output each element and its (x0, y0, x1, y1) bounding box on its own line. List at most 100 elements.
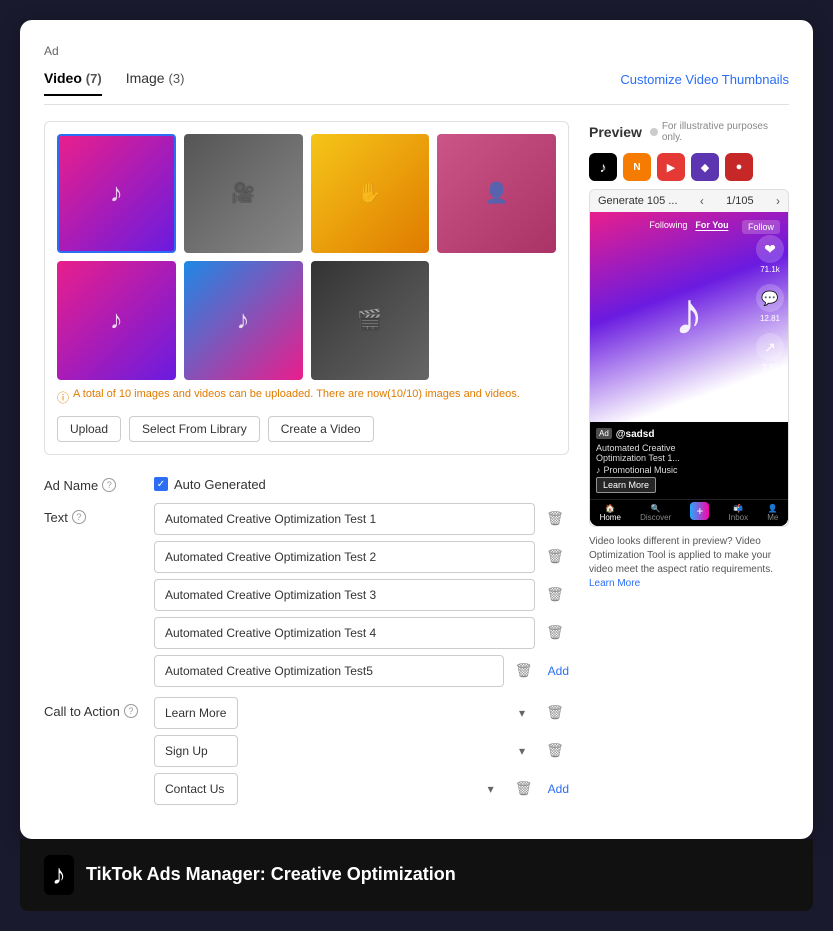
share-icon: ↗ (756, 333, 784, 361)
preview-nav-label: Generate 105 ... (598, 195, 678, 207)
video-bottom-bar: Ad @sadsd Automated CreativeOptimization… (590, 422, 788, 499)
preview-learn-more[interactable]: Learn More (589, 578, 640, 589)
ad-name-help-icon[interactable]: ? (102, 478, 116, 492)
media-thumb-1[interactable]: ♪ (57, 134, 176, 253)
tiktok-logo-bottom: ♪ (44, 855, 74, 895)
cta-select-wrapper-2: Learn More Sign Up Contact Us Download (154, 735, 535, 767)
auto-generated-label: Auto Generated (174, 477, 266, 492)
nav-create[interactable]: + (690, 504, 709, 522)
delete-text-2[interactable]: 🗑 (541, 543, 569, 571)
nav-home[interactable]: 🏠Home (600, 504, 621, 522)
learn-more-cta[interactable]: Learn More (596, 477, 656, 493)
content-area: ♪ 🎥 ✋ 👤 ♪ ♪ (44, 121, 789, 815)
cta-help-icon[interactable]: ? (124, 704, 138, 718)
delete-text-5[interactable]: 🗑 (510, 657, 538, 685)
add-text-link[interactable]: Add (544, 664, 569, 678)
comment-button[interactable]: 💬 12.81 (756, 284, 784, 323)
cta-select-1[interactable]: Learn More Sign Up Contact Us Download S… (154, 697, 238, 729)
cta-fields-row: Call to Action ? Learn More Sign Up Cont… (44, 697, 569, 805)
delete-cta-2[interactable]: 🗑 (541, 737, 569, 765)
illustrative-dot (650, 128, 658, 136)
text-input-3[interactable] (154, 579, 535, 611)
ad-name-row: Ad Name ? Auto Generated (44, 471, 569, 493)
ad-name-label: Ad Name ? (44, 471, 154, 493)
text-input-5[interactable] (154, 655, 504, 687)
preview-title: Preview (589, 124, 642, 140)
upload-actions: Upload Select From Library Create a Vide… (57, 416, 556, 442)
media-thumb-5[interactable]: ♪ (57, 261, 176, 380)
media-thumb-2[interactable]: 🎥 (184, 134, 303, 253)
tab-video[interactable]: Video (7) (44, 70, 102, 96)
tiktok-nav-bar: 🏠Home 🔍Discover + 📬Inbox 👤Me (590, 499, 788, 526)
text-input-1[interactable] (154, 503, 535, 535)
text-input-2[interactable] (154, 541, 535, 573)
video-overlay-right: ❤ 71.1k 💬 12.81 ↗ 2.32 (756, 235, 784, 372)
tiktok-big-logo: ♪ (674, 279, 704, 348)
video-username: @sadsd (616, 429, 655, 440)
preview-header: Preview For illustrative purposes only. (589, 121, 789, 143)
text-field-row-5: 🗑 Add (154, 655, 569, 687)
add-cta-link[interactable]: Add (544, 782, 569, 796)
media-thumb-3[interactable]: ✋ (311, 134, 430, 253)
for-you-tabs: Following For You (649, 220, 728, 231)
create-video-button[interactable]: Create a Video (268, 416, 374, 442)
delete-cta-3[interactable]: 🗑 (510, 775, 538, 803)
nav-inbox[interactable]: 📬Inbox (729, 504, 749, 522)
media-grid: ♪ 🎥 ✋ 👤 ♪ ♪ (57, 134, 556, 380)
delete-text-3[interactable]: 🗑 (541, 581, 569, 609)
text-fields: 🗑 🗑 🗑 🗑 (154, 503, 569, 687)
video-music: ♪ Promotional Music (596, 465, 782, 475)
main-card: Ad Video (7) Image (3) Customize Video T… (20, 20, 813, 839)
text-label: Text ? (44, 503, 154, 525)
video-preview-area: ♪ ❤ 71.1k 💬 12.81 (590, 212, 788, 422)
upload-button[interactable]: Upload (57, 416, 121, 442)
platform-news[interactable]: N (623, 153, 651, 181)
cta-select-3[interactable]: Learn More Sign Up Contact Us Download (154, 773, 238, 805)
auto-generated-checkbox[interactable] (154, 477, 168, 491)
text-input-4[interactable] (154, 617, 535, 649)
media-thumb-6[interactable]: ♪ (184, 261, 303, 380)
delete-cta-1[interactable]: 🗑 (541, 699, 569, 727)
right-preview: Preview For illustrative purposes only. … (589, 121, 789, 815)
nav-discover[interactable]: 🔍Discover (640, 504, 671, 522)
platform-tiktok[interactable]: ♪ (589, 153, 617, 181)
video-desc: Automated CreativeOptimization Test 1... (596, 443, 782, 463)
text-field-row-2: 🗑 (154, 541, 569, 573)
delete-text-4[interactable]: 🗑 (541, 619, 569, 647)
share-button[interactable]: ↗ 2.32 (756, 333, 784, 372)
platform-pangle[interactable]: ▶ (657, 153, 685, 181)
ad-badge: Ad (596, 428, 612, 439)
video-count: (7) (86, 71, 102, 86)
nav-arrow-right[interactable]: › (776, 194, 780, 208)
bottom-bar: ♪ TikTok Ads Manager: Creative Optimizat… (20, 839, 813, 911)
media-thumb-7[interactable]: 🎬 (311, 261, 430, 380)
text-help-icon[interactable]: ? (72, 510, 86, 524)
auto-generated-area: Auto Generated (154, 471, 266, 492)
customize-thumbnails-link[interactable]: Customize Video Thumbnails (620, 72, 789, 95)
library-button[interactable]: Select From Library (129, 416, 260, 442)
cta-select-2[interactable]: Learn More Sign Up Contact Us Download (154, 735, 238, 767)
comment-icon: 💬 (756, 284, 784, 312)
nav-arrow-left[interactable]: ‹ (700, 194, 704, 208)
text-fields-row: Text ? 🗑 🗑 🗑 (44, 503, 569, 687)
ad-label: Ad (44, 44, 789, 58)
media-grid-container: ♪ 🎥 ✋ 👤 ♪ ♪ (44, 121, 569, 455)
text-field-row-3: 🗑 (154, 579, 569, 611)
video-area: ♪ ❤ 71.1k 💬 12.81 (590, 212, 788, 526)
follow-button[interactable]: Follow (742, 220, 780, 234)
platform-babe[interactable]: ● (725, 153, 753, 181)
platform-topbuzz[interactable]: ◆ (691, 153, 719, 181)
illustrative-badge: For illustrative purposes only. (650, 121, 789, 143)
delete-text-1[interactable]: 🗑 (541, 505, 569, 533)
nav-me[interactable]: 👤Me (767, 504, 778, 522)
preview-notice: Video looks different in preview? Video … (589, 535, 789, 591)
info-icon: ⓘ (57, 389, 69, 406)
tab-image[interactable]: Image (3) (126, 70, 185, 96)
bottom-bar-title: TikTok Ads Manager: Creative Optimizatio… (86, 864, 456, 885)
media-thumb-4[interactable]: 👤 (437, 134, 556, 253)
cta-select-wrapper-3: Learn More Sign Up Contact Us Download (154, 773, 504, 805)
preview-count: 1/105 (726, 195, 754, 207)
like-button[interactable]: ❤ 71.1k (756, 235, 784, 274)
upload-notice: ⓘ A total of 10 images and videos can be… (57, 388, 556, 406)
cta-field-row-3: Learn More Sign Up Contact Us Download 🗑… (154, 773, 569, 805)
